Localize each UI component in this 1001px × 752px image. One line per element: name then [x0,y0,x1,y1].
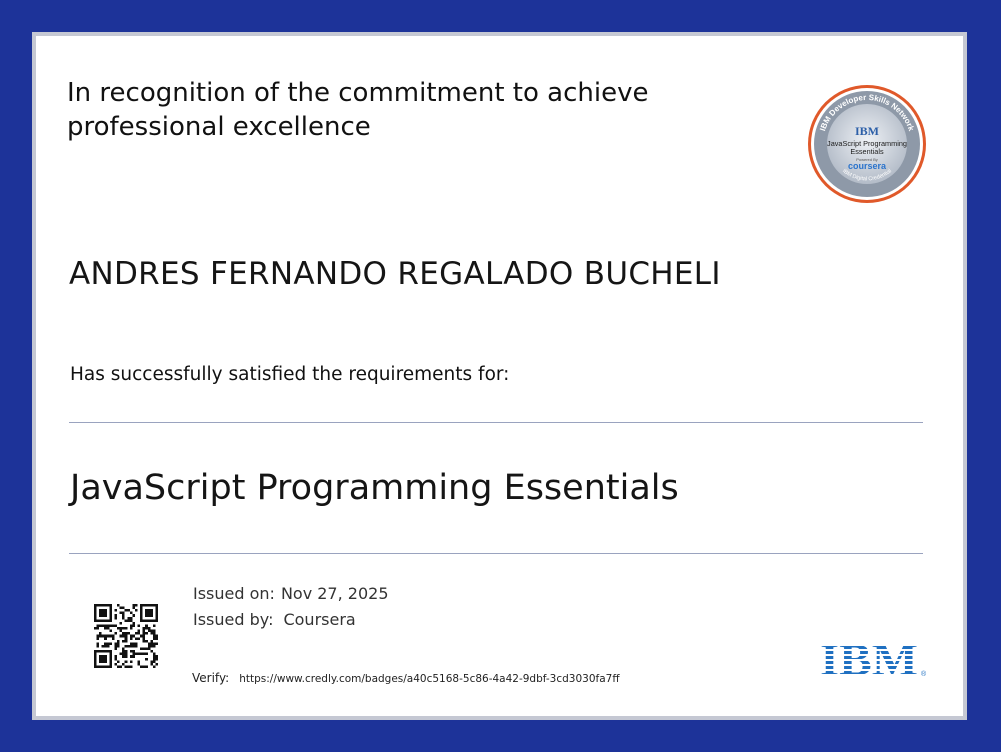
issued-by-label: Issued by: [193,610,274,629]
issued-by-row: Issued by: Coursera [193,610,356,629]
verify-row: Verify: https://www.credly.com/badges/a40… [192,671,620,685]
ibm-logo-text: IBM [820,636,918,680]
certificate-frame: In recognition of the commitment to achi… [32,32,967,720]
verify-url-link[interactable]: https://www.credly.com/badges/a40c5168-5… [239,673,619,685]
issued-by-value: Coursera [283,610,356,629]
badge-brand: coursera [848,161,887,171]
ibm-registered-mark: ® [921,670,927,678]
badge-ibm-text: IBM [855,124,879,138]
recipient-name: ANDRES FERNANDO REGALADO BUCHELI [69,256,721,292]
satisfied-text: Has successfully satisfied the requireme… [70,364,510,385]
issued-on-row: Issued on: Nov 27, 2025 [193,584,389,603]
issued-on-value: Nov 27, 2025 [280,584,389,603]
divider-top [69,422,923,423]
badge-line2: Essentials [850,147,884,156]
recognition-text: In recognition of the commitment to achi… [67,78,649,142]
qr-code-icon[interactable] [94,604,158,668]
course-title: JavaScript Programming Essentials [70,468,679,508]
verify-label: Verify: [192,671,230,685]
certificate-paper: In recognition of the commitment to achi… [36,36,963,716]
issued-on-label: Issued on: [193,584,275,603]
divider-bottom [69,553,923,554]
credential-badge-icon: IBM Developer Skills Network IBM Digital… [808,85,926,203]
ibm-logo-icon: IBM ® [820,636,927,680]
